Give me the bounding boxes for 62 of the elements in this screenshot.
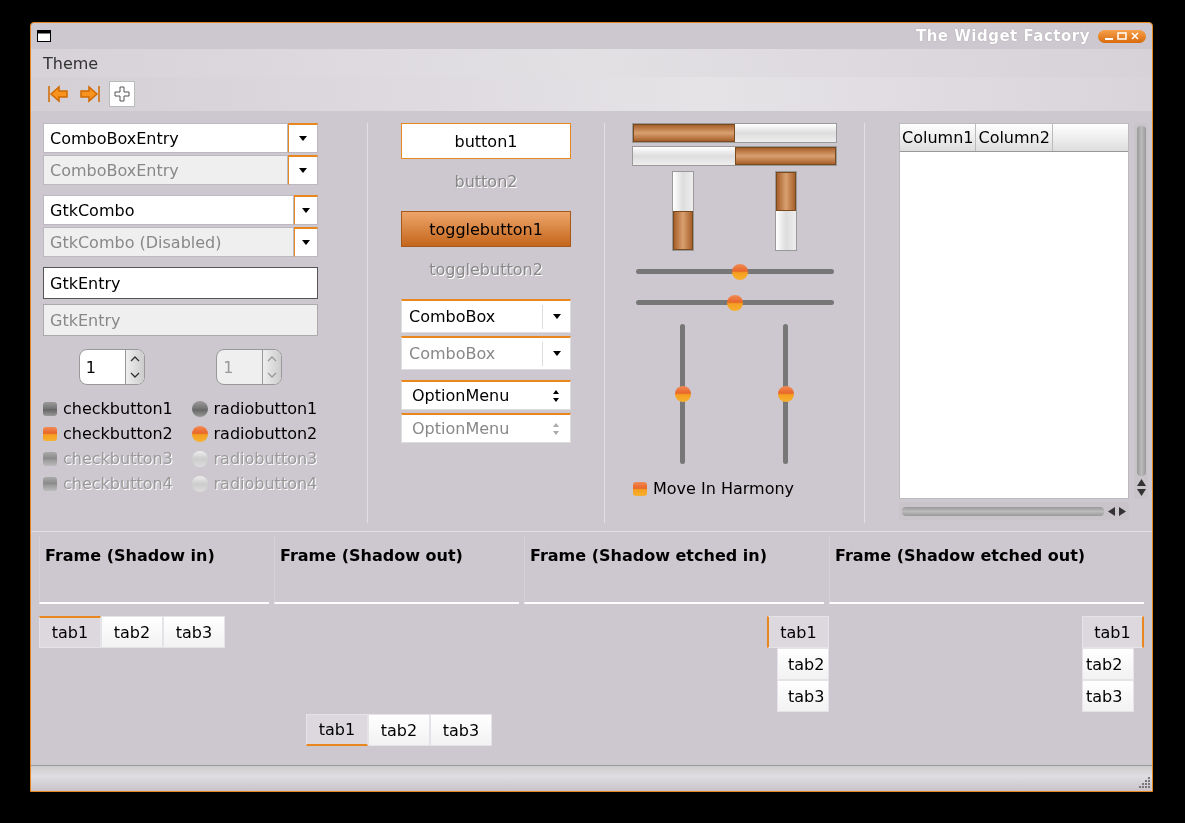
resize-grip-icon[interactable]	[1136, 775, 1150, 789]
tab[interactable]: tab3	[1082, 680, 1134, 712]
scroll-up-icon[interactable]	[1136, 479, 1146, 486]
up-down-arrows-icon	[552, 421, 560, 436]
dropdown-button[interactable]	[294, 227, 318, 257]
column-header[interactable]: Column1	[900, 124, 977, 151]
close-icon[interactable]	[1131, 32, 1139, 40]
checkbox[interactable]	[43, 426, 57, 441]
checkbox-label: checkbutton1	[63, 399, 173, 418]
tab[interactable]: tab3	[430, 714, 492, 746]
tab[interactable]: tab2	[368, 714, 430, 746]
combo-box[interactable]: ComboBox	[401, 299, 571, 333]
up-down-arrows-icon	[552, 388, 560, 403]
frame-title: Frame (Shadow in)	[45, 546, 215, 565]
dropdown-arrow-icon	[552, 314, 561, 319]
slider-handle[interactable]	[777, 386, 794, 402]
slider-handle[interactable]	[675, 386, 692, 402]
menu-item[interactable]: Theme	[43, 53, 99, 73]
maximize-icon[interactable]	[1117, 32, 1127, 40]
radio-button[interactable]	[191, 425, 208, 442]
window-menu-icon[interactable]	[37, 30, 51, 42]
spin-button[interactable]: 1	[78, 349, 145, 385]
frame-title: Frame (Shadow etched out)	[835, 546, 1086, 565]
dropdown-arrow-icon	[302, 208, 310, 213]
radio-label: radiobutton2	[213, 424, 318, 443]
radio-button[interactable]	[191, 400, 208, 417]
tab[interactable]: tab1	[39, 616, 101, 648]
dropdown-arrow-icon	[302, 240, 310, 245]
tab[interactable]: tab3	[777, 680, 829, 712]
combo-entry-field[interactable]: ComboBoxEntry	[43, 123, 288, 153]
tab[interactable]: tab1	[1082, 616, 1144, 648]
text-entry[interactable]: GtkEntry	[43, 267, 318, 299]
tab[interactable]: tab2	[777, 648, 829, 680]
tab[interactable]: tab2	[101, 616, 163, 648]
add-button[interactable]	[109, 81, 135, 107]
slider-handle[interactable]	[726, 295, 743, 311]
frame-title: Frame (Shadow etched in)	[530, 546, 767, 565]
horizontal-scrollbar[interactable]	[899, 502, 1129, 520]
tab[interactable]: tab3	[163, 616, 225, 648]
tab[interactable]: tab1	[306, 714, 368, 746]
frame-title: Frame (Shadow out)	[280, 546, 463, 565]
dropdown-button[interactable]	[294, 195, 318, 225]
dropdown-arrow-icon	[552, 351, 561, 356]
checkbox[interactable]	[633, 481, 647, 496]
dropdown-arrow-icon	[299, 136, 307, 141]
checkbox[interactable]	[43, 401, 57, 416]
combo-entry-field[interactable]: GtkCombo	[43, 195, 294, 225]
dropdown-arrow-icon	[299, 168, 307, 173]
toggle-button[interactable]: togglebutton1	[401, 211, 571, 247]
checkbox-label: Move In Harmony	[653, 479, 795, 498]
push-button[interactable]: button1	[401, 123, 571, 159]
scroll-left-icon[interactable]	[1108, 506, 1115, 516]
option-menu[interactable]: OptionMenu	[401, 380, 571, 410]
tab[interactable]: tab2	[1082, 648, 1134, 680]
vertical-scrollbar[interactable]	[1134, 123, 1148, 499]
scroll-down-icon[interactable]	[1136, 489, 1146, 496]
radio-label: radiobutton1	[213, 399, 318, 418]
slider-handle[interactable]	[732, 264, 749, 280]
tab[interactable]: tab1	[767, 616, 829, 648]
column-header[interactable]: Column2	[976, 124, 1053, 151]
scroll-right-icon[interactable]	[1119, 506, 1126, 516]
checkbox-label: checkbutton2	[63, 424, 173, 443]
